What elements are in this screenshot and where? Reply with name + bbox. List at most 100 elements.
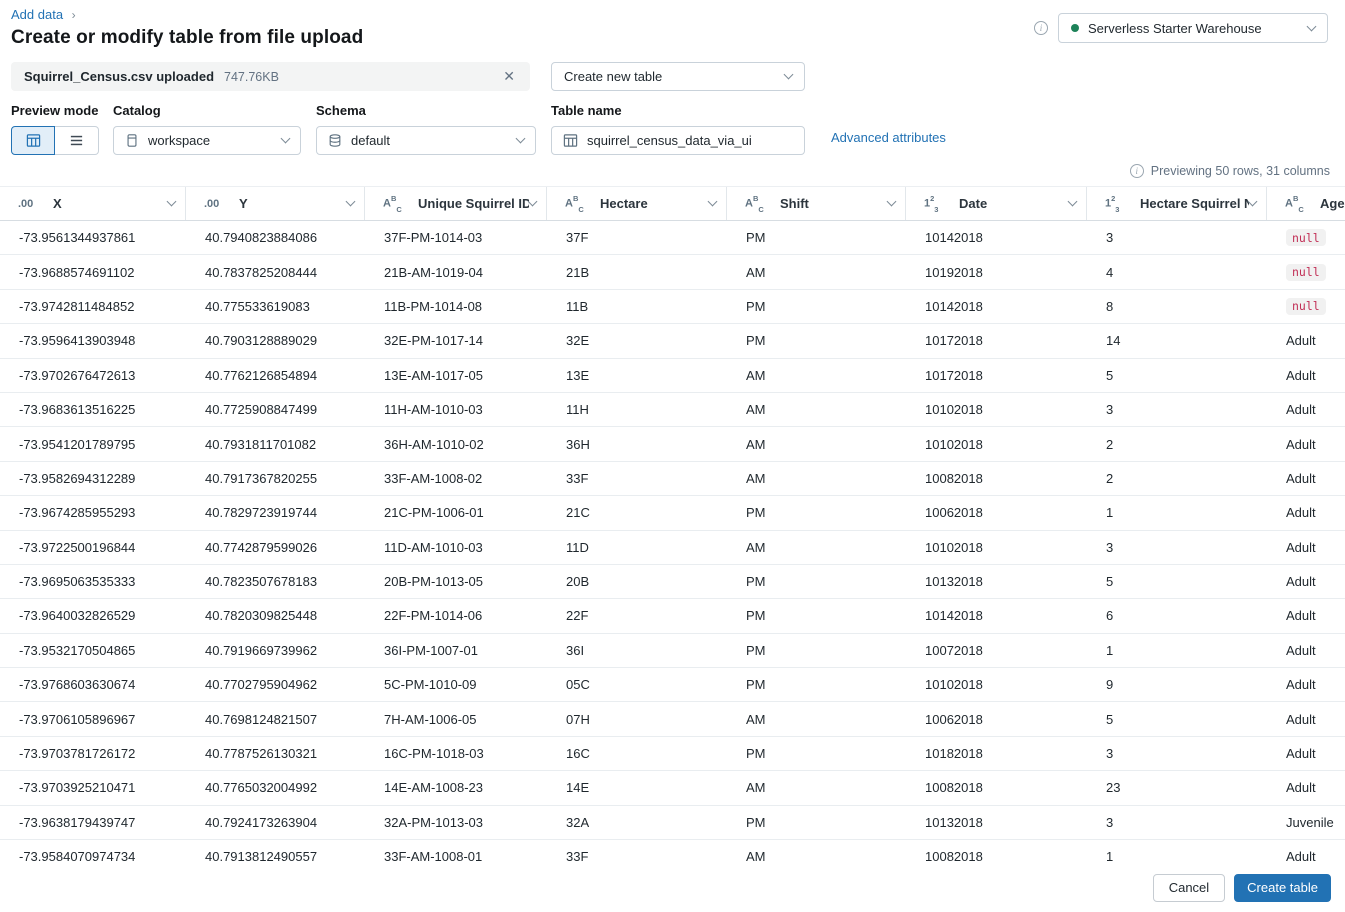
- table-cell: 40.7931811701082: [205, 436, 317, 452]
- table-cell: Adult: [1286, 333, 1316, 349]
- table-row: -73.9768603630674 40.7702795904962 5C-PM-1…: [0, 668, 1345, 703]
- table-header-row: .00 X .00 Y ABC Unique Squirrel ID ABC Hectare A…: [0, 186, 1345, 221]
- table-cell: 5: [1106, 367, 1114, 383]
- table-cell: -73.9638179439747: [19, 814, 136, 830]
- chevron-down-icon: [515, 133, 526, 144]
- string-icon: ABC: [745, 194, 764, 214]
- table-cell: 14: [1106, 333, 1121, 349]
- table-cell: AM: [746, 264, 766, 280]
- preview-mode-toggle: [11, 126, 99, 155]
- table-mode-select-value: Create new table: [564, 69, 663, 84]
- table-name-input[interactable]: squirrel_census_data_via_ui: [551, 126, 805, 155]
- table-cell: 10062018: [925, 711, 983, 727]
- table-cell: null: [1267, 255, 1345, 288]
- table-cell: 2: [1106, 470, 1114, 486]
- integer-icon: 123: [1105, 194, 1120, 214]
- info-icon[interactable]: [1034, 21, 1048, 35]
- table-cell: 40.7787526130321: [205, 746, 318, 762]
- grid-view-icon: [26, 133, 41, 148]
- table-cell: PM: [746, 574, 766, 590]
- cancel-button[interactable]: Cancel: [1152, 873, 1226, 902]
- table-body: -73.9561344937861 40.7940823884086 37F-PM-…: [0, 221, 1345, 871]
- table-cell: 40.7837825208444: [205, 264, 318, 280]
- table-cell: 32A: [566, 814, 590, 830]
- warehouse-area: Serverless Starter Warehouse: [1034, 13, 1328, 43]
- table-cell: 10082018: [925, 849, 983, 865]
- info-icon: [1129, 164, 1144, 178]
- table-cell: Adult: [1286, 367, 1316, 383]
- table-cell: 10192018: [925, 264, 983, 280]
- table-cell: -73.9674285955293: [19, 505, 136, 521]
- table-cell: AM: [746, 436, 766, 452]
- column-header-y[interactable]: .00 Y: [186, 187, 365, 220]
- table-cell: Adult: [1286, 470, 1316, 486]
- table-cell: 5: [1106, 711, 1114, 727]
- breadcrumb[interactable]: Add data ›: [11, 7, 76, 22]
- table-cell: 36H-AM-1010-02: [384, 436, 484, 452]
- table-cell: -73.9683613516225: [19, 402, 136, 418]
- table-cell: 1: [1106, 849, 1114, 865]
- catalog-select[interactable]: workspace: [113, 126, 301, 155]
- column-header-x[interactable]: .00 X: [0, 187, 186, 220]
- table-cell: Adult: [1286, 402, 1316, 418]
- table-cell: 10142018: [925, 298, 983, 314]
- chevron-down-icon[interactable]: [707, 196, 718, 207]
- schema-select[interactable]: default: [316, 126, 536, 155]
- create-table-page: Add data › Serverless Starter Warehouse …: [0, 0, 1345, 912]
- close-icon[interactable]: ✕: [501, 68, 517, 85]
- grid-view-toggle[interactable]: [11, 126, 56, 155]
- table-cell: AM: [746, 470, 766, 486]
- chevron-down-icon[interactable]: [1247, 196, 1258, 207]
- column-header-unique-squirrel-id[interactable]: ABC Unique Squirrel ID: [365, 187, 547, 220]
- table-cell: 40.7924173263904: [205, 814, 318, 830]
- breadcrumb-add-data-link[interactable]: Add data: [11, 7, 63, 22]
- table-cell: PM: [746, 505, 766, 521]
- table-cell: 10102018: [925, 539, 983, 555]
- table-cell: -73.9702676472613: [19, 367, 136, 383]
- chevron-down-icon[interactable]: [1067, 196, 1078, 207]
- column-name: Shift: [780, 196, 809, 211]
- column-header-hectare[interactable]: ABC Hectare: [547, 187, 727, 220]
- data-preview-table: .00 X .00 Y ABC Unique Squirrel ID ABC Hectare A…: [0, 186, 1345, 871]
- table-cell: 40.7919669739962: [205, 642, 318, 658]
- list-view-toggle[interactable]: [55, 126, 99, 155]
- table-cell: AM: [746, 367, 766, 383]
- table-cell: 32E-PM-1017-14: [384, 333, 483, 349]
- schema-select-value: default: [351, 133, 391, 148]
- chevron-down-icon[interactable]: [886, 196, 897, 207]
- table-cell: 40.7742879599026: [205, 539, 318, 555]
- column-name: Hectare Squirrel N: [1140, 196, 1249, 211]
- chevron-down-icon[interactable]: [345, 196, 356, 207]
- table-cell: -73.9596413903948: [19, 333, 136, 349]
- null-value-badge: null: [1286, 297, 1326, 315]
- integer-icon: 123: [924, 194, 939, 214]
- table-cell: -73.9706105896967: [19, 711, 136, 727]
- table-cell: 40.7823507678183: [205, 574, 318, 590]
- table-cell: PM: [746, 677, 766, 693]
- table-cell: null: [1267, 221, 1345, 254]
- column-header-date[interactable]: 123 Date: [906, 187, 1087, 220]
- table-cell: 20B-PM-1013-05: [384, 574, 483, 590]
- table-cell: 33F-AM-1008-01: [384, 849, 483, 865]
- table-cell: 3: [1106, 746, 1114, 762]
- chevron-down-icon[interactable]: [527, 196, 538, 207]
- table-cell: Adult: [1286, 780, 1316, 796]
- column-name: X: [53, 196, 62, 211]
- catalog-label: Catalog: [113, 103, 161, 118]
- table-cell: 4: [1106, 264, 1114, 280]
- table-cell: 36I: [566, 642, 585, 658]
- column-header-shift[interactable]: ABC Shift: [727, 187, 906, 220]
- table-cell: 40.7820309825448: [205, 608, 318, 624]
- table-cell: 9: [1106, 677, 1114, 693]
- warehouse-select-label: Serverless Starter Warehouse: [1088, 20, 1262, 36]
- create-table-button[interactable]: Create table: [1234, 873, 1331, 902]
- column-header-hectare-squirrel-n[interactable]: 123 Hectare Squirrel N: [1087, 187, 1267, 220]
- table-cell: -73.9703781726172: [19, 746, 136, 762]
- column-header-age[interactable]: ABC Age: [1267, 187, 1345, 220]
- table-cell: -73.9722500196844: [19, 539, 136, 555]
- chevron-down-icon[interactable]: [166, 196, 177, 207]
- advanced-attributes-link[interactable]: Advanced attributes: [831, 130, 946, 145]
- warehouse-select[interactable]: Serverless Starter Warehouse: [1058, 13, 1328, 43]
- table-mode-select[interactable]: Create new table: [551, 62, 805, 91]
- table-name-label: Table name: [551, 103, 622, 118]
